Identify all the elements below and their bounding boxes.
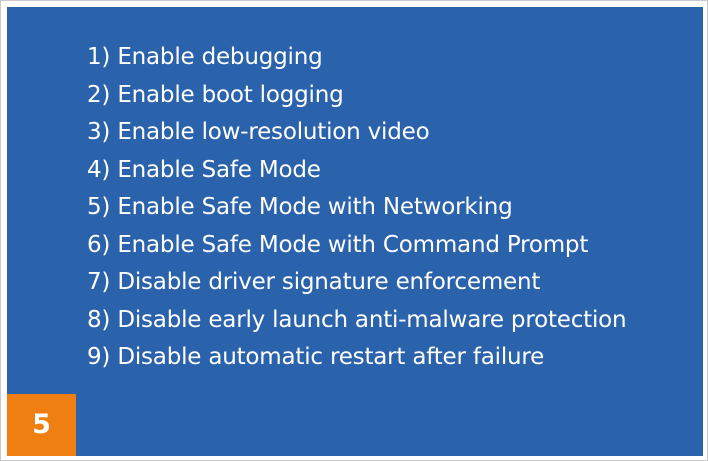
option-enable-safe-mode[interactable]: 4) Enable Safe Mode — [87, 152, 626, 190]
option-enable-debugging[interactable]: 1) Enable debugging — [87, 39, 626, 77]
option-enable-safe-mode-networking[interactable]: 5) Enable Safe Mode with Networking — [87, 189, 626, 227]
option-enable-low-resolution-video[interactable]: 3) Enable low-resolution video — [87, 114, 626, 152]
option-disable-early-launch-anti-malware[interactable]: 8) Disable early launch anti-malware pro… — [87, 302, 627, 340]
screenshot-frame: 1) Enable debugging 2) Enable boot loggi… — [0, 0, 708, 461]
step-number-badge: 5 — [7, 394, 76, 456]
option-enable-boot-logging[interactable]: 2) Enable boot logging — [87, 77, 626, 115]
option-enable-safe-mode-command-prompt[interactable]: 6) Enable Safe Mode with Command Prompt — [87, 227, 626, 265]
option-disable-driver-signature-enforcement[interactable]: 7) Disable driver signature enforcement — [87, 264, 626, 302]
startup-settings-screen: 1) Enable debugging 2) Enable boot loggi… — [7, 7, 703, 456]
startup-options-list: 1) Enable debugging 2) Enable boot loggi… — [87, 39, 627, 377]
option-disable-automatic-restart[interactable]: 9) Disable automatic restart after failu… — [87, 339, 626, 377]
